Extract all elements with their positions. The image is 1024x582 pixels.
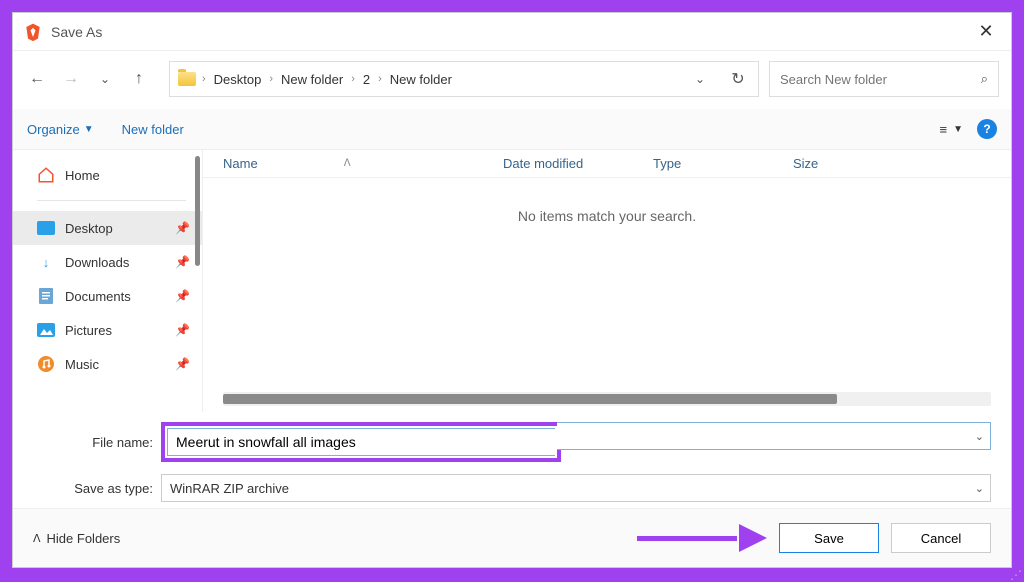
crumb-2[interactable]: 2 bbox=[361, 70, 372, 89]
save-button[interactable]: Save bbox=[779, 523, 879, 553]
pin-icon: 📌 bbox=[175, 323, 190, 337]
sidebar-label: Documents bbox=[65, 289, 131, 304]
pin-icon: 📌 bbox=[175, 289, 190, 303]
pin-icon: 📌 bbox=[175, 255, 190, 269]
brave-icon bbox=[23, 22, 43, 42]
col-name[interactable]: Name ᐱ bbox=[223, 156, 503, 171]
crumb-3[interactable]: New folder bbox=[388, 70, 454, 89]
col-type[interactable]: Type bbox=[653, 156, 793, 171]
sidebar-item-home[interactable]: Home bbox=[13, 158, 202, 192]
pin-icon: 📌 bbox=[175, 221, 190, 235]
file-list-area: Name ᐱ Date modified Type Size No items m… bbox=[203, 150, 1011, 412]
chevron-right-icon: › bbox=[269, 73, 273, 85]
dropdown-icon: ▼ bbox=[953, 124, 963, 135]
forward-button[interactable]: → bbox=[59, 67, 83, 91]
address-dropdown[interactable]: ⌄ bbox=[688, 67, 712, 91]
save-as-dialog: Save As ✕ ← → ⌄ ↑ › Desktop › New folder… bbox=[12, 12, 1012, 568]
footer: ᐱ Hide Folders Save Cancel ⋰ bbox=[13, 508, 1011, 567]
sidebar-label: Home bbox=[65, 168, 100, 183]
view-menu[interactable]: ≡ ▼ bbox=[940, 122, 964, 137]
sort-indicator-icon: ᐱ bbox=[344, 158, 351, 169]
dialog-body: Home Desktop 📌 ↓ Downloads 📌 Documents 📌… bbox=[13, 150, 1011, 412]
sidebar-item-desktop[interactable]: Desktop 📌 bbox=[13, 211, 202, 245]
window-title: Save As bbox=[51, 24, 971, 40]
cancel-button[interactable]: Cancel bbox=[891, 523, 991, 553]
sidebar-label: Music bbox=[65, 357, 99, 372]
filename-combo-extend[interactable]: ⌄ bbox=[557, 422, 991, 450]
col-label: Name bbox=[223, 156, 258, 171]
back-button[interactable]: ← bbox=[25, 67, 49, 91]
search-box[interactable]: ⌕ bbox=[769, 61, 999, 97]
empty-message: No items match your search. bbox=[203, 178, 1011, 254]
sidebar-item-documents[interactable]: Documents 📌 bbox=[13, 279, 202, 313]
scroll-thumb[interactable] bbox=[223, 394, 837, 404]
folder-icon bbox=[178, 72, 196, 86]
pictures-icon bbox=[37, 321, 55, 339]
dropdown-icon[interactable]: ⌄ bbox=[975, 430, 984, 443]
nav-row: ← → ⌄ ↑ › Desktop › New folder › 2 › New… bbox=[13, 51, 1011, 109]
recent-dropdown[interactable]: ⌄ bbox=[93, 67, 117, 91]
chevron-right-icon: › bbox=[202, 73, 206, 85]
refresh-button[interactable]: ↻ bbox=[726, 67, 750, 91]
sidebar-scrollbar[interactable] bbox=[195, 156, 200, 266]
filename-label: File name: bbox=[33, 435, 153, 450]
chevron-right-icon: › bbox=[378, 73, 382, 85]
search-input[interactable] bbox=[780, 72, 975, 87]
column-headers: Name ᐱ Date modified Type Size bbox=[203, 150, 1011, 178]
titlebar: Save As ✕ bbox=[13, 13, 1011, 51]
toolbar: Organize ▼ New folder ≡ ▼ ? bbox=[13, 109, 1011, 150]
desktop-icon bbox=[37, 219, 55, 237]
sidebar-label: Downloads bbox=[65, 255, 129, 270]
organize-label: Organize bbox=[27, 122, 80, 137]
col-size[interactable]: Size bbox=[793, 156, 853, 171]
sidebar-item-music[interactable]: Music 📌 bbox=[13, 347, 202, 381]
new-folder-button[interactable]: New folder bbox=[122, 122, 184, 137]
dropdown-icon[interactable]: ⌄ bbox=[975, 482, 984, 495]
sidebar-item-downloads[interactable]: ↓ Downloads 📌 bbox=[13, 245, 202, 279]
help-button[interactable]: ? bbox=[977, 119, 997, 139]
annotation-highlight bbox=[161, 422, 561, 462]
hide-folders-toggle[interactable]: ᐱ Hide Folders bbox=[33, 531, 120, 546]
pin-icon: 📌 bbox=[175, 357, 190, 371]
sidebar-item-pictures[interactable]: Pictures 📌 bbox=[13, 313, 202, 347]
savetype-label: Save as type: bbox=[33, 481, 153, 496]
chevron-up-icon: ᐱ bbox=[33, 532, 41, 545]
search-icon: ⌕ bbox=[981, 71, 988, 87]
music-icon bbox=[37, 355, 55, 373]
close-button[interactable]: ✕ bbox=[971, 21, 1001, 42]
sidebar: Home Desktop 📌 ↓ Downloads 📌 Documents 📌… bbox=[13, 150, 203, 412]
savetype-row: Save as type: WinRAR ZIP archive ⌄ bbox=[13, 468, 1011, 508]
documents-icon bbox=[37, 287, 55, 305]
hide-folders-label: Hide Folders bbox=[47, 531, 121, 546]
savetype-value: WinRAR ZIP archive bbox=[170, 481, 289, 496]
dropdown-icon: ▼ bbox=[84, 124, 94, 135]
chevron-right-icon: › bbox=[351, 73, 355, 85]
horizontal-scrollbar[interactable] bbox=[223, 392, 991, 406]
crumb-0[interactable]: Desktop bbox=[212, 70, 264, 89]
downloads-icon: ↓ bbox=[37, 253, 55, 271]
resize-grip[interactable]: ⋰ bbox=[1010, 572, 1022, 578]
annotation-arrow bbox=[637, 526, 767, 550]
organize-menu[interactable]: Organize ▼ bbox=[27, 122, 94, 137]
crumb-1[interactable]: New folder bbox=[279, 70, 345, 89]
col-date[interactable]: Date modified bbox=[503, 156, 653, 171]
savetype-select[interactable]: WinRAR ZIP archive ⌄ bbox=[161, 474, 991, 502]
up-button[interactable]: ↑ bbox=[127, 67, 151, 91]
sidebar-label: Pictures bbox=[65, 323, 112, 338]
sidebar-label: Desktop bbox=[65, 221, 113, 236]
sidebar-separator bbox=[37, 200, 186, 201]
home-icon bbox=[37, 166, 55, 184]
filename-row: File name: ⌄ bbox=[13, 416, 1011, 468]
address-bar[interactable]: › Desktop › New folder › 2 › New folder … bbox=[169, 61, 759, 97]
filename-input[interactable] bbox=[176, 434, 547, 450]
